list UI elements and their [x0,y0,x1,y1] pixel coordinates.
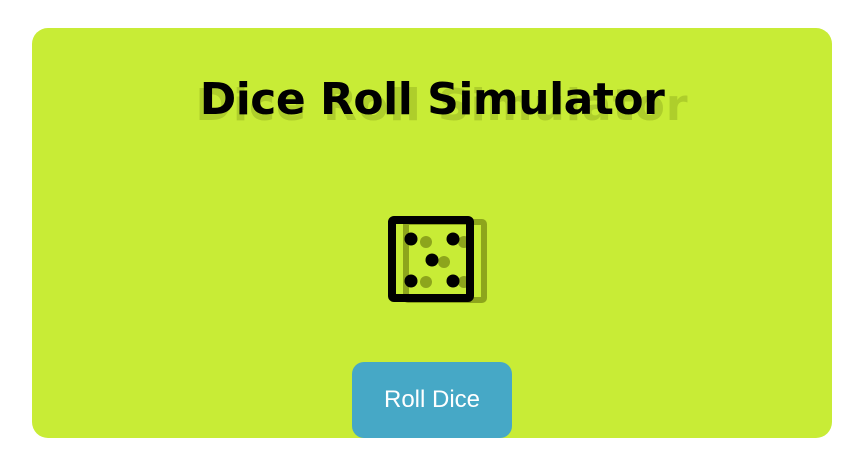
roll-dice-button[interactable]: Roll Dice [352,362,512,438]
dice-simulator-card: Dice Roll Simulator Dice Roll Simulator [32,28,832,438]
title-shadow: Dice Roll Simulator [195,80,689,131]
page-title: Dice Roll Simulator [199,74,665,125]
title-wrap: Dice Roll Simulator Dice Roll Simulator [32,78,832,148]
dice-five-icon [388,216,487,303]
dice-display [386,214,496,324]
